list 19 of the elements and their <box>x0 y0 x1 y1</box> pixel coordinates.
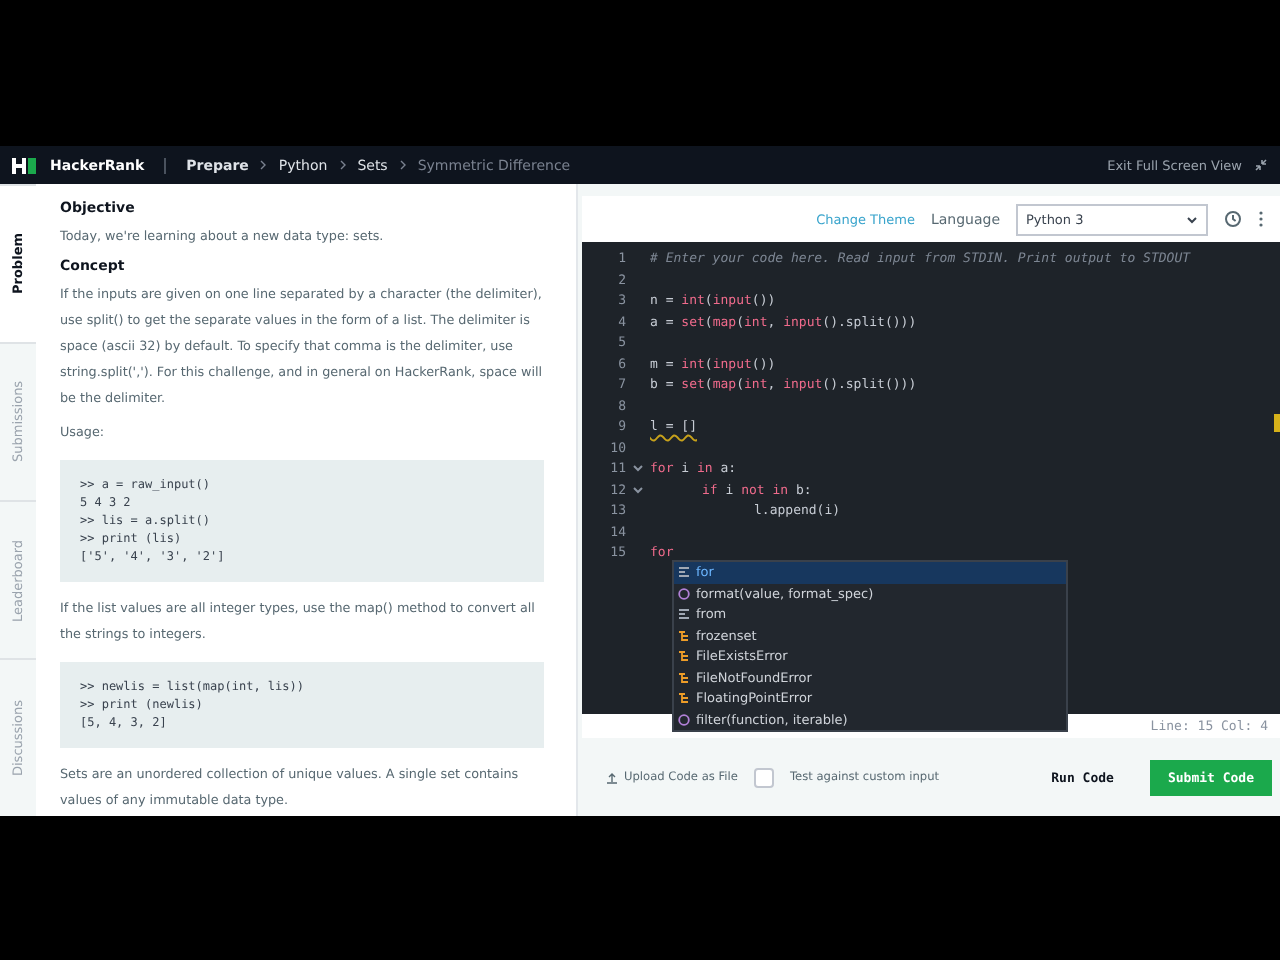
warning-marker <box>1274 414 1280 432</box>
chevron-right-icon <box>399 160 406 170</box>
logo-icon <box>12 157 38 173</box>
class-icon <box>678 692 690 705</box>
collapse-icon[interactable] <box>1254 158 1268 172</box>
more-options-icon[interactable] <box>1258 210 1264 228</box>
upload-icon <box>606 771 618 783</box>
keyword-icon <box>678 566 690 579</box>
custom-input-checkbox[interactable] <box>753 767 774 787</box>
keyword-icon <box>678 608 690 621</box>
function-icon <box>678 713 690 726</box>
chevron-right-icon <box>260 160 267 170</box>
class-icon <box>678 671 690 684</box>
chevron-right-icon <box>339 160 346 170</box>
class-icon <box>678 650 690 663</box>
dropdown-caret-icon <box>1186 215 1198 223</box>
history-icon[interactable] <box>1224 210 1242 228</box>
class-icon <box>678 629 690 642</box>
function-icon <box>678 587 690 600</box>
